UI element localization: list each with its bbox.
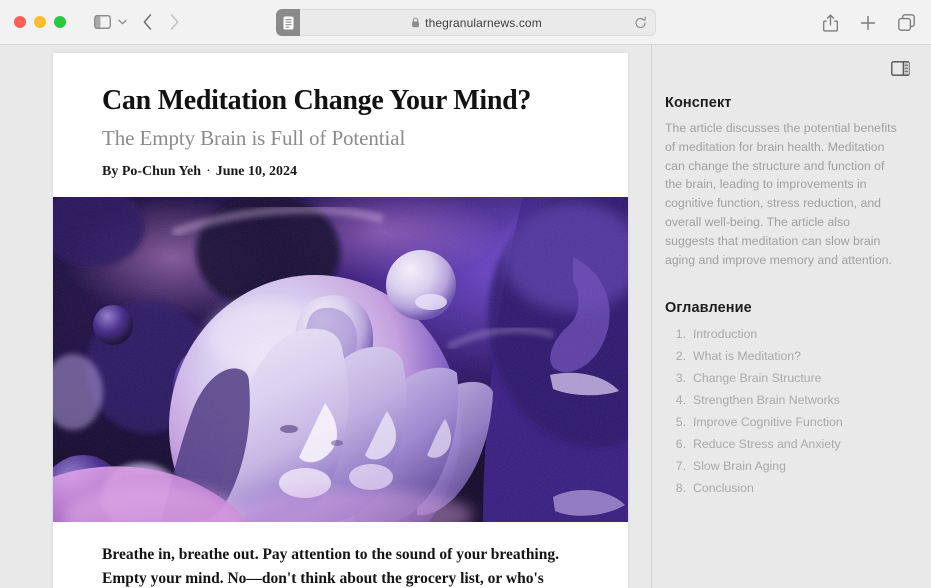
- toc-item[interactable]: 4. Strengthen Brain Networks: [665, 390, 899, 412]
- browser-toolbar: thegranularnews.com: [0, 0, 931, 45]
- page-title: Can Meditation Change Your Mind?: [102, 85, 532, 116]
- article-subtitle: The Empty Brain is Full of Potential: [102, 126, 406, 151]
- page-area: Can Meditation Change Your Mind? The Emp…: [0, 45, 931, 588]
- address-bar[interactable]: thegranularnews.com: [276, 9, 656, 36]
- toc-heading: Оглавление: [665, 299, 752, 316]
- toc-item-number: 7.: [675, 459, 686, 474]
- plus-icon[interactable]: [860, 15, 876, 31]
- toc-item[interactable]: 8. Conclusion: [665, 478, 899, 500]
- toc-item-label: Strengthen Brain Networks: [693, 393, 840, 408]
- reader-pane: Can Meditation Change Your Mind? The Emp…: [0, 45, 652, 588]
- toc-item-label: What is Meditation?: [693, 349, 801, 364]
- toc-item-label: Slow Brain Aging: [693, 459, 786, 474]
- reload-icon[interactable]: [634, 16, 647, 29]
- share-icon[interactable]: [823, 13, 838, 32]
- tab-overview-icon[interactable]: [898, 14, 915, 31]
- toc-item-label: Introduction: [693, 327, 758, 341]
- toc-item-number: 2.: [675, 349, 686, 364]
- toc-item[interactable]: 1. Introduction: [665, 324, 899, 346]
- toc-item-label: Change Brain Structure: [693, 371, 822, 386]
- toc-item-label: Reduce Stress and Anxiety: [693, 437, 841, 452]
- close-button[interactable]: [14, 16, 26, 28]
- url-display: thegranularnews.com: [298, 16, 655, 30]
- chevron-down-icon[interactable]: [118, 19, 127, 25]
- back-button[interactable]: [143, 14, 152, 30]
- toc-item[interactable]: 5. Improve Cognitive Function: [665, 412, 899, 434]
- lead-paragraph: Breathe in, breathe out. Pay attention t…: [102, 546, 559, 588]
- summary-sidebar: Конспект The article discusses the poten…: [653, 45, 931, 588]
- toc-item[interactable]: 3. Change Brain Structure: [665, 368, 899, 390]
- toc-item[interactable]: 2. What is Meditation?: [665, 346, 899, 368]
- byline-date: June 10, 2024: [215, 164, 298, 180]
- toc-item-number: 5.: [675, 415, 686, 430]
- maximize-button[interactable]: [54, 16, 66, 28]
- lock-icon: [411, 17, 420, 28]
- forward-button[interactable]: [170, 14, 179, 30]
- toc-item-number: 6.: [675, 437, 686, 452]
- reader-view-icon[interactable]: [276, 9, 300, 36]
- table-of-contents: 1. Introduction 2. What is Meditation? 3. Cha…: [665, 324, 899, 500]
- sidebar-icon[interactable]: [94, 15, 111, 29]
- show-sidebar-icon[interactable]: [891, 61, 910, 76]
- byline-separator: ·: [206, 164, 211, 180]
- toc-item-number: 8.: [675, 481, 686, 496]
- byline: By Po-Chun Yeh · June 10, 2024: [102, 164, 580, 180]
- toc-item-number: 1.: [675, 327, 686, 341]
- summary-heading: Конспект: [665, 95, 732, 111]
- toolbar-actions: [823, 0, 915, 45]
- toc-item-number: 3.: [675, 371, 686, 386]
- minimize-button[interactable]: [34, 16, 46, 28]
- summary-text: The article discusses the potential bene…: [665, 121, 897, 267]
- url-text: thegranularnews.com: [425, 15, 542, 30]
- toc-item[interactable]: 7. Slow Brain Aging: [665, 456, 899, 478]
- url-field[interactable]: thegranularnews.com: [298, 9, 656, 36]
- hero-image: [53, 197, 628, 523]
- browser-window: thegranularnews.com Can Meditation Chang…: [0, 0, 931, 588]
- window-controls: [14, 16, 66, 28]
- toc-item-number: 4.: [675, 393, 686, 408]
- byline-author: By Po-Chun Yeh: [102, 164, 202, 180]
- toc-item[interactable]: 6. Reduce Stress and Anxiety: [665, 434, 899, 456]
- toc-item-label: Improve Cognitive Function: [693, 415, 843, 430]
- article-card: Can Meditation Change Your Mind? The Emp…: [53, 53, 628, 588]
- toc-item-label: Conclusion: [693, 481, 754, 496]
